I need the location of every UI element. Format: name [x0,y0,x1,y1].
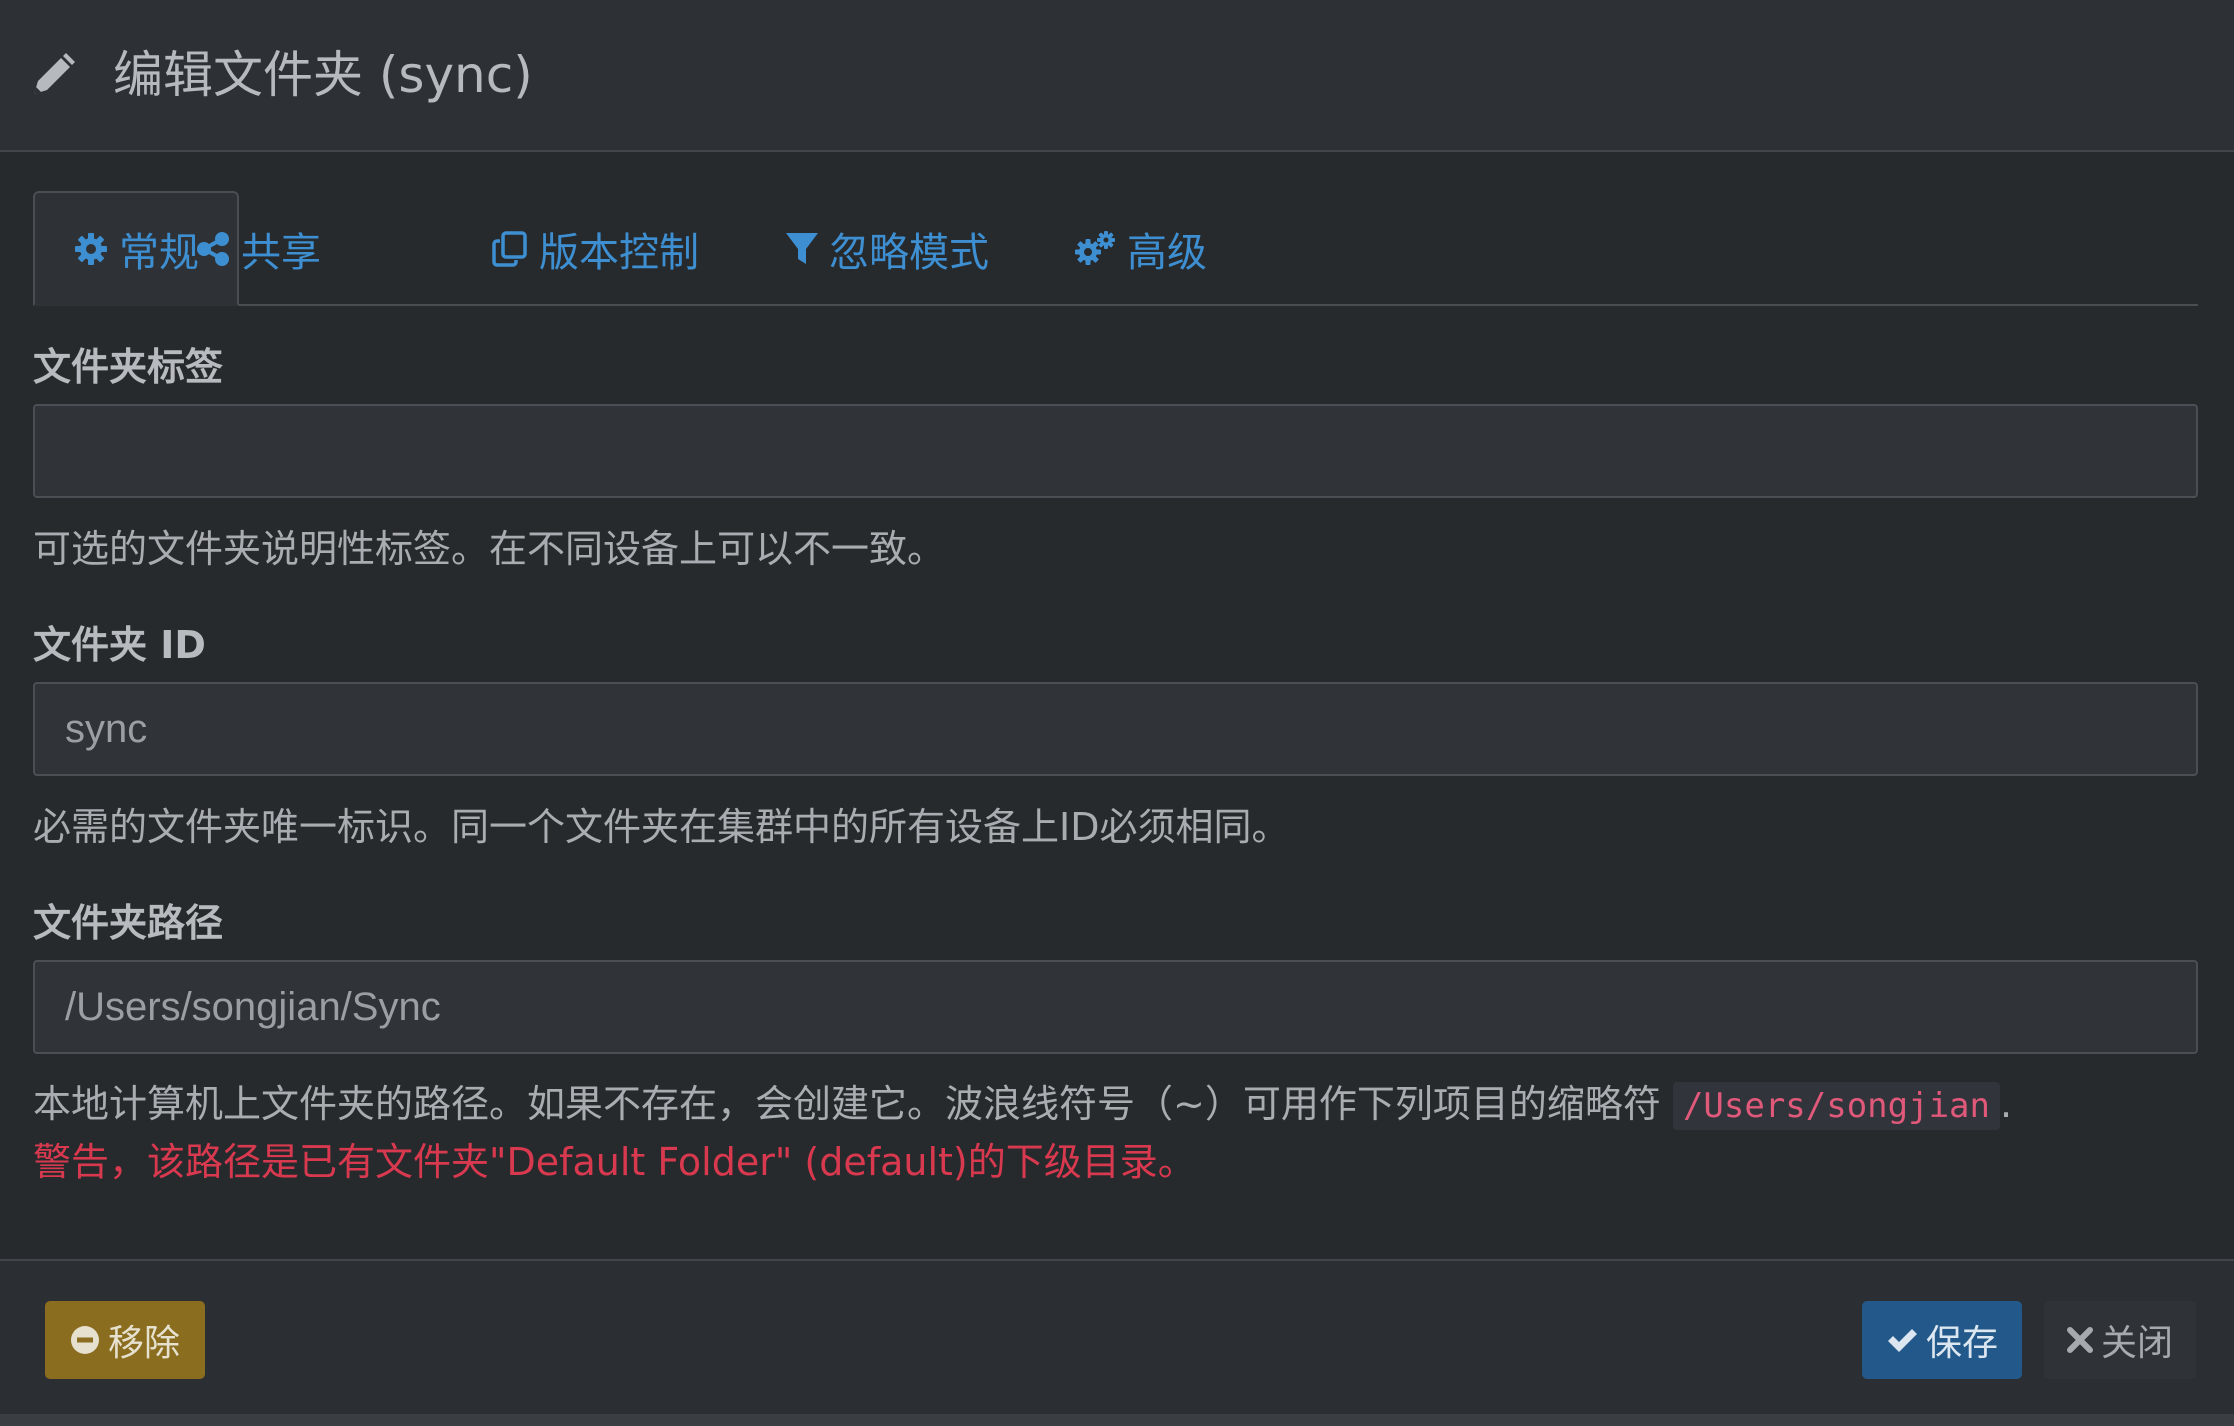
tab-sharing[interactable]: 共享 [195,191,321,306]
close-button[interactable]: 关闭 [2044,1301,2196,1379]
folder-id-input[interactable] [33,682,2198,776]
folder-label-help: 可选的文件夹说明性标签。在不同设备上可以不一致。 [33,527,946,571]
remove-button[interactable]: 移除 [45,1301,205,1379]
folder-id-heading: 文件夹 ID [33,623,206,667]
close-button-label: 关闭 [2100,1323,2173,1364]
gears-icon [1075,230,1115,265]
folder-path-help-text: 本地计算机上文件夹的路径。如果不存在，会创建它。波浪线符号（~）可用作下列项目的… [33,1082,1661,1126]
folder-path-heading: 文件夹路径 [33,901,224,945]
tab-general-label: 常规 [119,229,199,276]
home-path-code: /Users/songjian [1672,1082,2000,1130]
check-icon [1887,1329,1917,1352]
tab-versioning[interactable]: 版本控制 [491,191,699,306]
tab-sharing-label: 共享 [241,229,321,276]
folder-id-help: 必需的文件夹唯一标识。同一个文件夹在集群中的所有设备上ID必须相同。 [33,805,1290,849]
folder-path-warning: 警告，该路径是已有文件夹"Default Folder" (default)的下… [33,1140,1196,1184]
modal-header: 编辑文件夹 (sync) [0,0,2234,152]
copy-icon [492,230,527,267]
folder-path-input[interactable] [33,960,2198,1054]
bottom-edge [0,1414,2234,1426]
tab-ignore-patterns[interactable]: 忽略模式 [785,191,989,306]
tab-ignore-patterns-label: 忽略模式 [829,229,989,276]
tab-bar: 常规 共享 版本控制 忽略模式 高级 [33,191,2198,306]
gear-icon [75,232,107,265]
folder-label-input[interactable] [33,404,2198,498]
minus-circle-icon [70,1326,99,1354]
save-button-label: 保存 [1925,1323,1998,1364]
save-button[interactable]: 保存 [1862,1301,2022,1379]
remove-button-label: 移除 [107,1323,180,1364]
share-icon [197,231,229,266]
tab-advanced-label: 高级 [1127,229,1207,276]
pencil-icon [34,53,75,94]
close-icon [2066,1327,2093,1353]
folder-path-help-suffix: . [2000,1082,2013,1126]
tab-versioning-label: 版本控制 [539,229,699,276]
modal-title: 编辑文件夹 (sync) [113,46,533,104]
tab-advanced[interactable]: 高级 [1073,191,1207,306]
folder-label-heading: 文件夹标签 [33,345,224,389]
filter-icon [786,232,818,264]
folder-path-help: 本地计算机上文件夹的路径。如果不存在，会创建它。波浪线符号（~）可用作下列项目的… [33,1073,2013,1130]
